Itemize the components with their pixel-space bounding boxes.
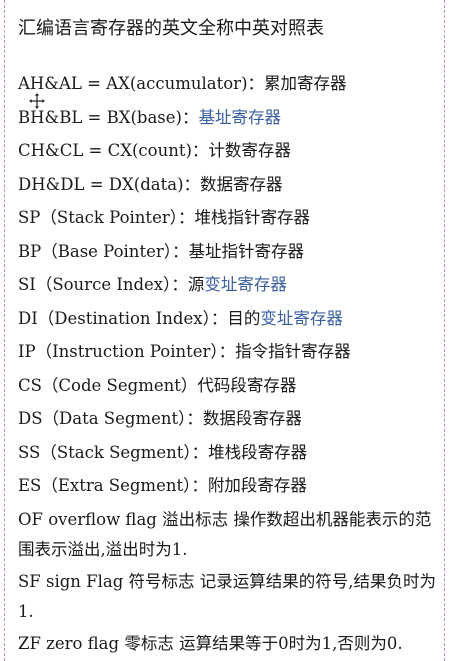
register-list: AH&AL = AX(accumulator)：累加寄存器 BH&BL = BX…	[18, 67, 438, 659]
register-en: DS（Data Segment）：	[18, 409, 203, 428]
register-en: BH&BL = BX(base)：	[18, 107, 199, 127]
register-line-ip: IP（Instruction Pointer）：指令指针寄存器	[18, 335, 438, 369]
register-zh: 代码段寄存器	[197, 375, 297, 395]
flag-sf-description: SF sign Flag 符号标志 记录运算结果的符号,结果负时为1.	[18, 571, 437, 621]
flag-zf-description: ZF zero flag 零标志 运算结果等于0时为1,否则为0.	[18, 633, 403, 653]
register-en: ES（Extra Segment）：	[18, 476, 208, 495]
register-line-ax: AH&AL = AX(accumulator)：累加寄存器	[18, 67, 438, 101]
register-en: DH&DL = DX(data)：	[18, 174, 201, 194]
register-zh: 数据段寄存器	[202, 409, 302, 428]
register-line-bx: BH&BL = BX(base)：基址寄存器	[18, 101, 438, 135]
register-en: BP（Base Pointer）：	[18, 241, 189, 261]
register-line-bp: BP（Base Pointer）：基址指针寄存器	[18, 235, 438, 269]
register-zh: 基址指针寄存器	[188, 241, 304, 261]
register-zh: 目的	[227, 308, 261, 328]
register-zh: 数据寄存器	[200, 174, 283, 194]
register-line-di: DI（Destination Index）：目的变址寄存器	[18, 302, 438, 336]
register-en: CS（Code Segment）	[18, 375, 198, 395]
register-zh-link[interactable]: 变址寄存器	[260, 309, 343, 328]
register-zh-link[interactable]: 基址寄存器	[198, 108, 281, 127]
register-en: SS（Stack Segment）：	[18, 442, 209, 462]
register-en: SP（Stack Pointer）：	[18, 208, 195, 227]
register-en: IP（Instruction Pointer）：	[18, 342, 236, 361]
register-line-sp: SP（Stack Pointer）：堆栈指针寄存器	[18, 201, 438, 235]
register-line-ss: SS（Stack Segment）：堆栈段寄存器	[18, 436, 438, 470]
page-title: 汇编语言寄存器的英文全称中英对照表	[18, 18, 324, 39]
register-zh-link[interactable]: 变址寄存器	[204, 275, 287, 294]
register-zh: 指令指针寄存器	[235, 342, 351, 361]
register-line-cs: CS（Code Segment）代码段寄存器	[18, 369, 438, 403]
register-en: CH&CL = CX(count)：	[18, 141, 209, 160]
register-en: DI（Destination Index）：	[18, 308, 228, 328]
register-zh: 堆栈段寄存器	[208, 442, 308, 462]
register-zh: 计数寄存器	[208, 141, 291, 160]
move-cursor-icon	[28, 92, 46, 110]
register-zh: 附加段寄存器	[207, 476, 307, 495]
register-en: AH&AL = AX(accumulator)：	[18, 74, 265, 93]
register-line-cx: CH&CL = CX(count)：计数寄存器	[18, 134, 438, 168]
register-en: SI（Source Index）：	[18, 275, 188, 294]
register-line-dx: DH&DL = DX(data)：数据寄存器	[18, 168, 438, 202]
register-zh: 累加寄存器	[264, 74, 347, 93]
register-line-ds: DS（Data Segment）：数据段寄存器	[18, 402, 438, 436]
register-line-es: ES（Extra Segment）：附加段寄存器	[18, 469, 438, 503]
flag-of-description: OF overflow flag 溢出标志 操作数超出机器能表示的范围表示溢出,…	[18, 509, 432, 559]
register-zh: 源	[187, 275, 205, 294]
register-zh: 堆栈指针寄存器	[194, 208, 310, 227]
register-line-si: SI（Source Index）：源变址寄存器	[18, 268, 438, 302]
